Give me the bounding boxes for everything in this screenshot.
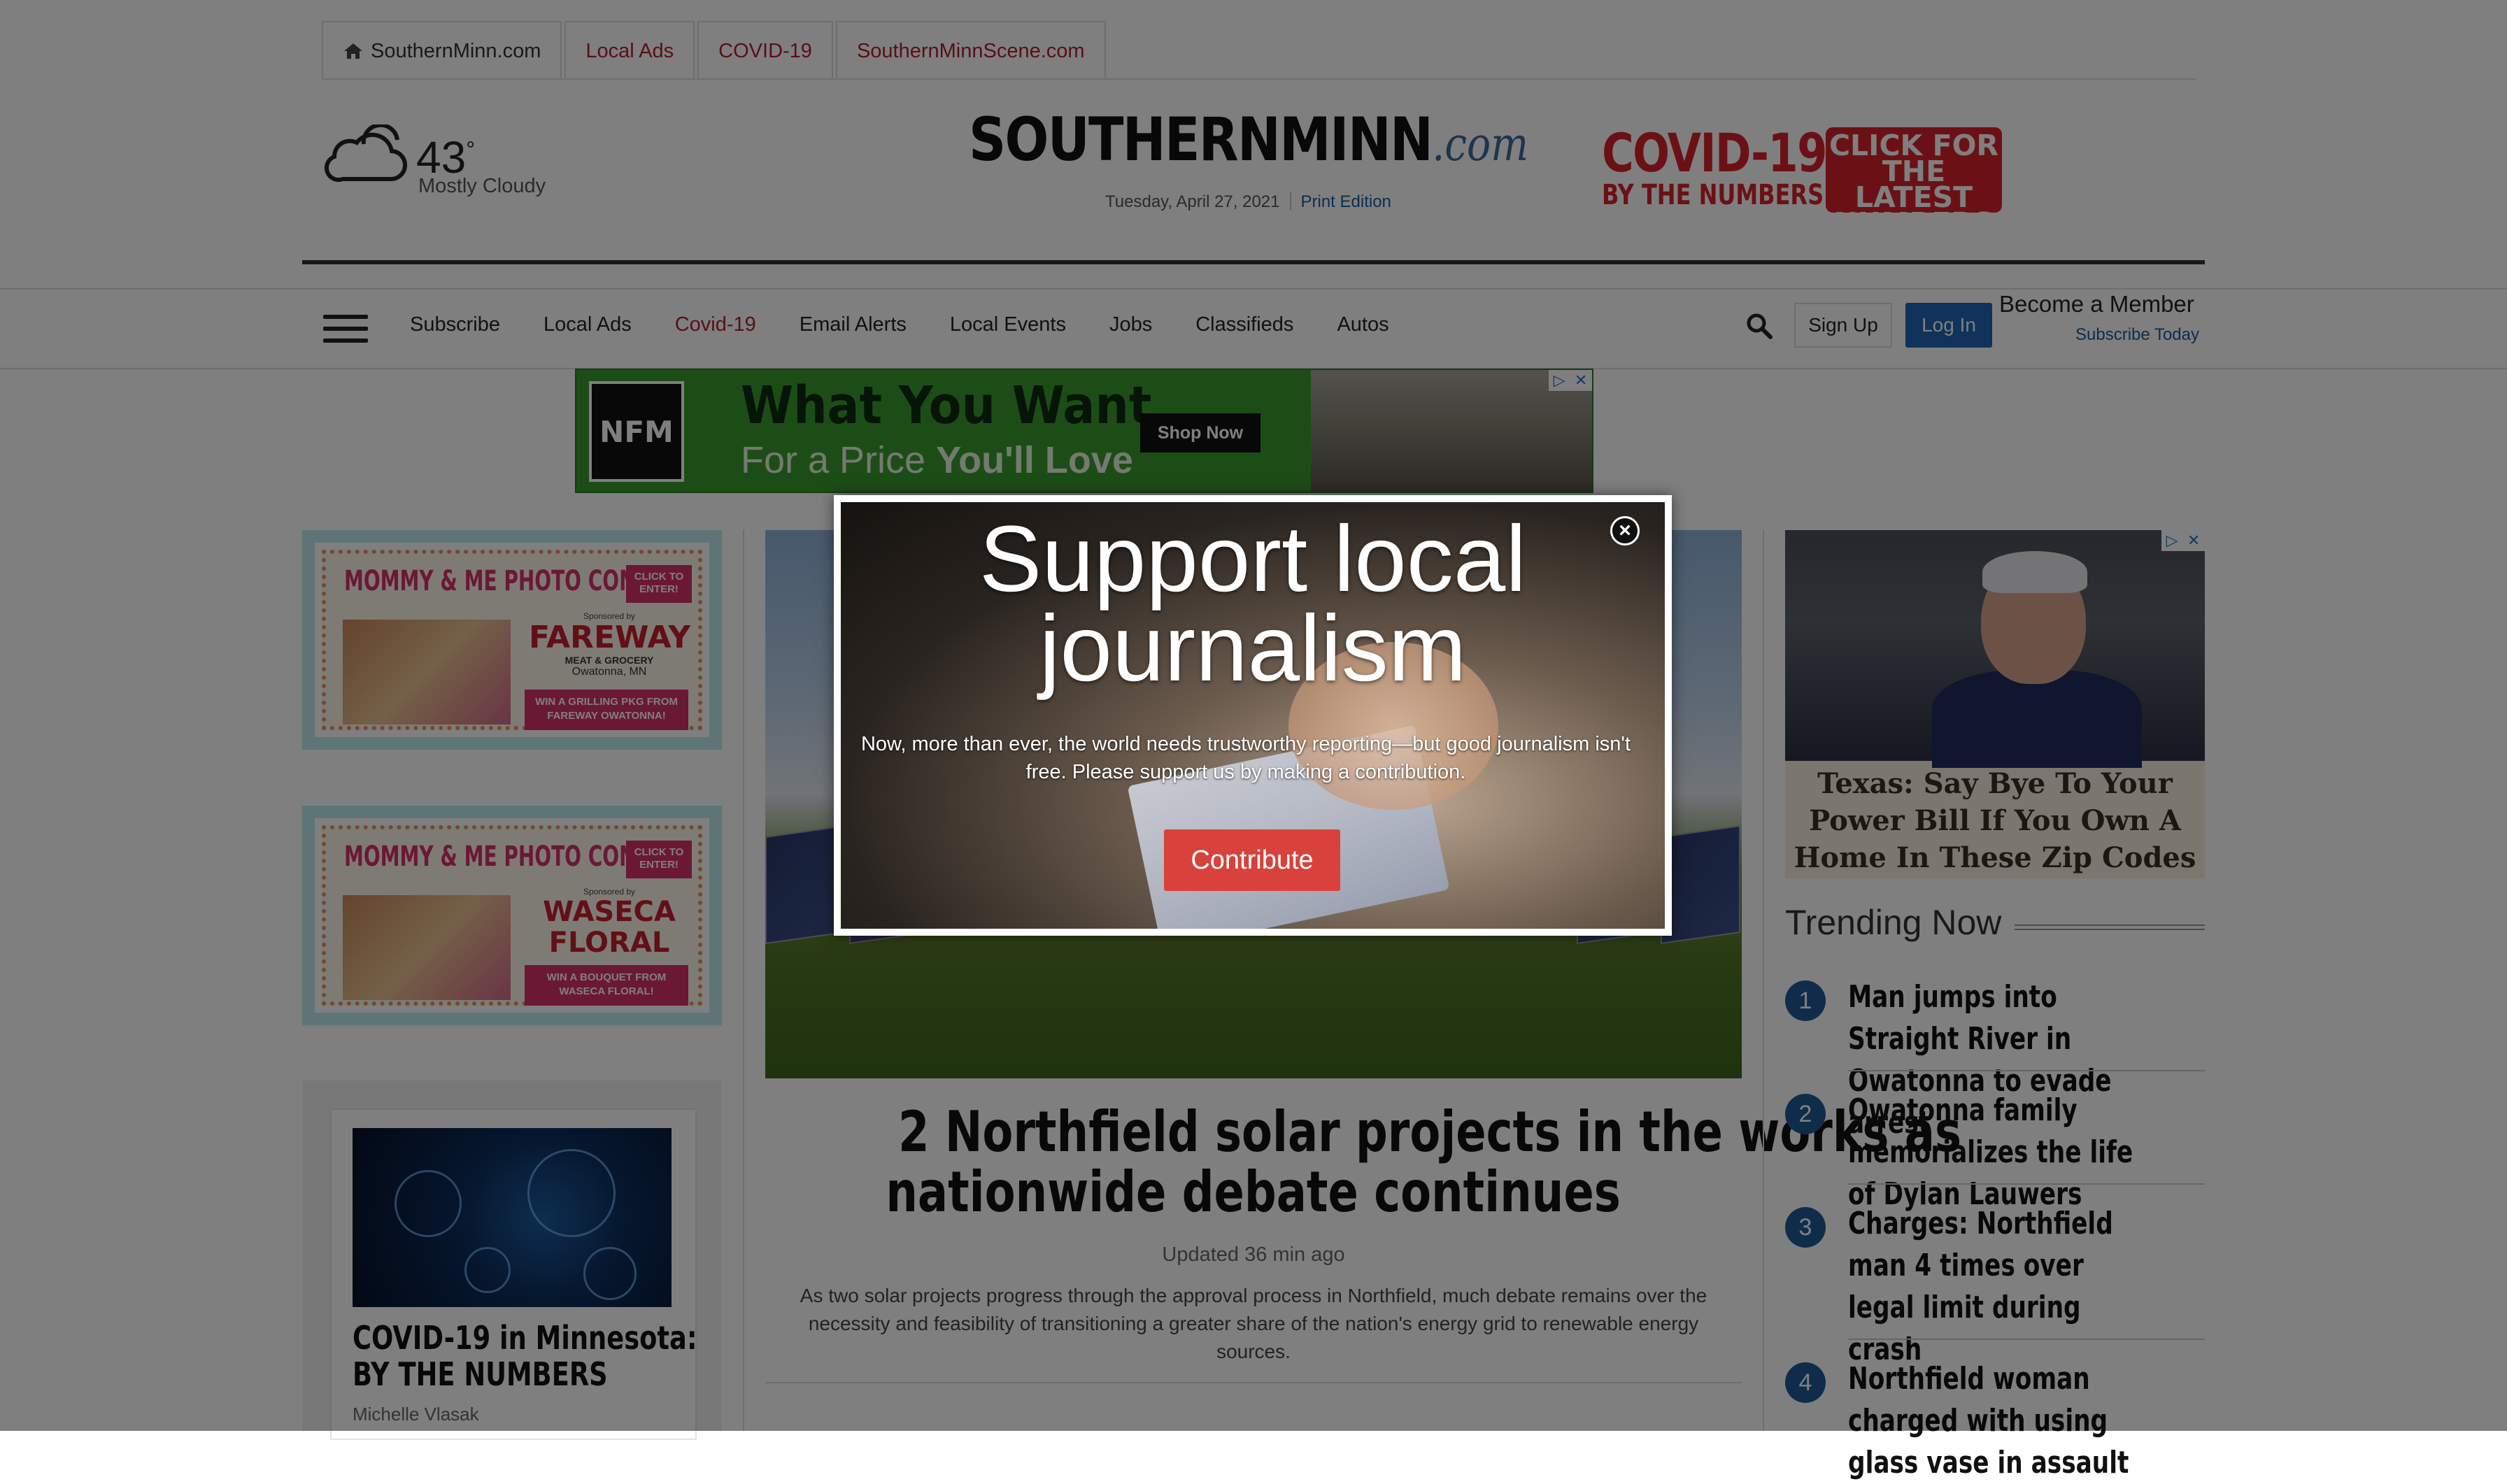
modal-title: Support local journalism — [979, 507, 1527, 701]
close-icon[interactable]: × — [1610, 516, 1640, 545]
modal-message: Now, more than ever, the world needs tru… — [860, 733, 1631, 783]
contribute-button[interactable]: Contribute — [1164, 829, 1340, 891]
support-journalism-modal: Support local journalism Now, more than e… — [834, 495, 1672, 936]
